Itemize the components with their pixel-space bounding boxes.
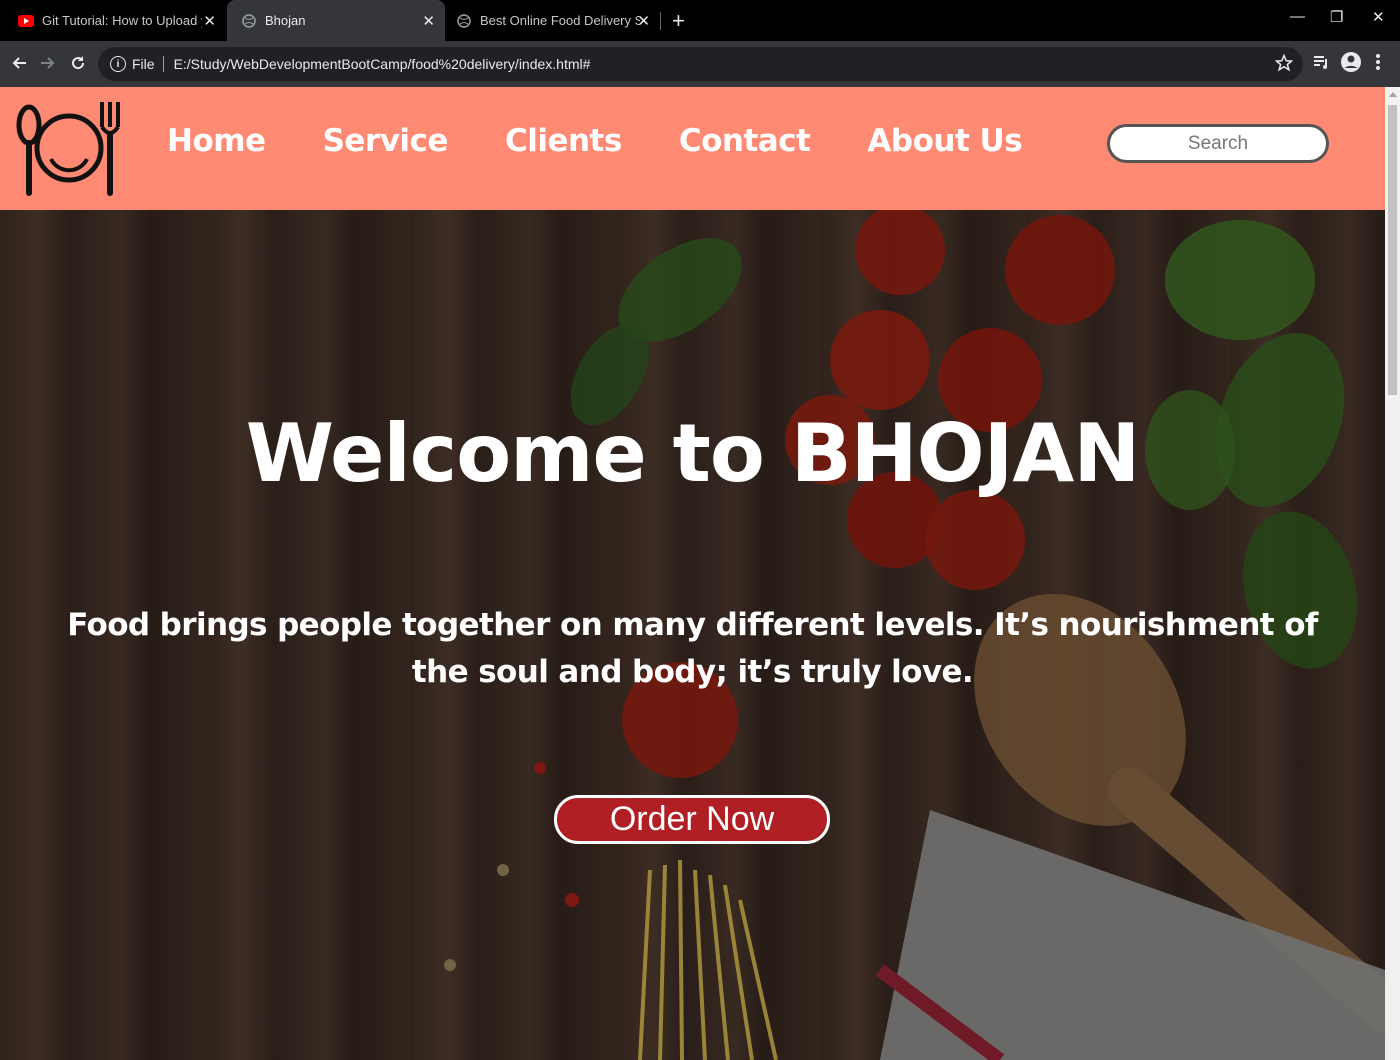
bookmark-star-icon[interactable]: [1274, 53, 1294, 75]
reload-icon[interactable]: [67, 51, 89, 75]
scheme-label: File: [132, 56, 155, 72]
divider: [162, 56, 164, 72]
new-tab-icon[interactable]: +: [672, 8, 685, 34]
order-now-button[interactable]: Order Now: [554, 795, 830, 844]
info-icon[interactable]: i: [110, 56, 126, 72]
youtube-icon: [18, 13, 34, 29]
minimize-icon[interactable]: —: [1290, 8, 1305, 25]
tab-food-delivery[interactable]: Best Online Food Delivery Service ✕: [442, 0, 660, 41]
browser-tab-bar: Git Tutorial: How to Upload your ✕ Bhoja…: [0, 0, 1400, 41]
nav-link-contact[interactable]: Contact: [679, 123, 811, 159]
tab-bhojan[interactable]: Bhojan ✕: [227, 0, 445, 41]
tab-title: Best Online Food Delivery Service: [480, 13, 640, 28]
profile-avatar-icon[interactable]: [1340, 51, 1362, 78]
plate-cutlery-logo-icon[interactable]: [14, 97, 124, 199]
hero-tagline: Food brings people together on many diff…: [67, 607, 1318, 690]
page-scrollbar[interactable]: [1385, 87, 1400, 1060]
address-bar[interactable]: i File E:/Study/WebDevelopmentBootCamp/f…: [98, 47, 1303, 81]
tab-title: Git Tutorial: How to Upload your: [42, 13, 202, 28]
tab-title: Bhojan: [265, 13, 306, 28]
nav-link-home[interactable]: Home: [167, 123, 266, 159]
nav-link-clients[interactable]: Clients: [505, 123, 622, 159]
media-control-icon[interactable]: [1312, 53, 1330, 76]
nav-link-service[interactable]: Service: [323, 123, 449, 159]
page-viewport: Home Service Clients Contact About Us Se…: [0, 87, 1400, 1060]
window-close-icon[interactable]: ✕: [1372, 8, 1385, 26]
kebab-menu-icon[interactable]: [1374, 53, 1382, 76]
close-tab-icon[interactable]: ✕: [422, 12, 435, 30]
site-navbar: Home Service Clients Contact About Us Se…: [0, 87, 1385, 210]
tab-divider: [660, 12, 661, 30]
restore-icon[interactable]: ❐: [1330, 8, 1343, 26]
main-nav: Home Service Clients Contact About Us: [167, 123, 1079, 159]
scrollbar-thumb[interactable]: [1388, 105, 1397, 395]
close-tab-icon[interactable]: ✕: [203, 12, 216, 30]
globe-icon: [456, 13, 472, 29]
close-tab-icon[interactable]: ✕: [637, 12, 650, 30]
scroll-up-arrow-icon[interactable]: [1389, 92, 1397, 97]
search-input[interactable]: Search: [1107, 124, 1329, 163]
forward-icon[interactable]: [37, 51, 59, 75]
tab-git-tutorial[interactable]: Git Tutorial: How to Upload your ✕: [4, 0, 226, 41]
hero-title: Welcome to BHOJAN: [245, 407, 1141, 500]
back-icon[interactable]: [8, 51, 30, 75]
globe-icon: [241, 13, 257, 29]
hero-section: Welcome to BHOJAN Food brings people tog…: [0, 210, 1385, 1060]
url-text: E:/Study/WebDevelopmentBootCamp/food%20d…: [173, 56, 591, 72]
browser-toolbar: i File E:/Study/WebDevelopmentBootCamp/f…: [0, 41, 1400, 87]
nav-link-about-us[interactable]: About Us: [867, 123, 1022, 159]
